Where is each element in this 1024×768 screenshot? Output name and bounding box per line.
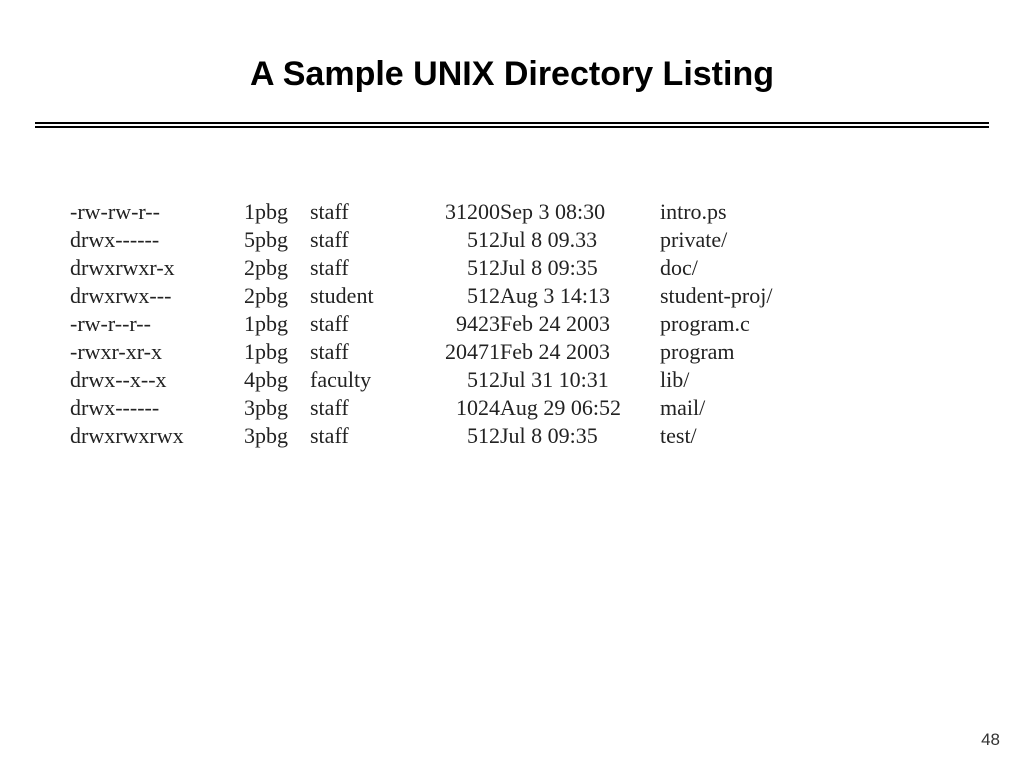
cell-group: staff (310, 198, 410, 226)
table-row: -rw-r--r--1pbgstaff9423Feb 24 2003progra… (70, 310, 772, 338)
cell-permissions: drwxrwxrwx (70, 422, 235, 450)
cell-links: 1 (235, 198, 255, 226)
cell-permissions: drwx--x--x (70, 366, 235, 394)
cell-filename: student-proj/ (660, 282, 772, 310)
cell-group: staff (310, 226, 410, 254)
cell-owner: pbg (255, 198, 310, 226)
cell-owner: pbg (255, 394, 310, 422)
cell-owner: pbg (255, 422, 310, 450)
cell-group: staff (310, 338, 410, 366)
cell-owner: pbg (255, 282, 310, 310)
cell-size: 512 (410, 254, 500, 282)
cell-owner: pbg (255, 338, 310, 366)
cell-permissions: drwxrwx--- (70, 282, 235, 310)
directory-listing: -rw-rw-r--1pbgstaff31200Sep 3 08:30intro… (70, 198, 1024, 450)
listing-table: -rw-rw-r--1pbgstaff31200Sep 3 08:30intro… (70, 198, 772, 450)
cell-date: Jul 31 10:31 (500, 366, 660, 394)
cell-size: 1024 (410, 394, 500, 422)
cell-links: 5 (235, 226, 255, 254)
cell-date: Aug 3 14:13 (500, 282, 660, 310)
cell-filename: program (660, 338, 772, 366)
cell-size: 512 (410, 366, 500, 394)
table-row: drwx------5pbgstaff512Jul 8 09.33private… (70, 226, 772, 254)
cell-filename: program.c (660, 310, 772, 338)
cell-filename: private/ (660, 226, 772, 254)
cell-group: staff (310, 310, 410, 338)
cell-links: 1 (235, 310, 255, 338)
page-number: 48 (981, 730, 1000, 750)
cell-owner: pbg (255, 254, 310, 282)
cell-links: 3 (235, 394, 255, 422)
cell-date: Feb 24 2003 (500, 338, 660, 366)
table-row: -rw-rw-r--1pbgstaff31200Sep 3 08:30intro… (70, 198, 772, 226)
table-row: drwx------3pbgstaff1024Aug 29 06:52mail/ (70, 394, 772, 422)
cell-permissions: -rwxr-xr-x (70, 338, 235, 366)
cell-links: 2 (235, 282, 255, 310)
cell-owner: pbg (255, 310, 310, 338)
cell-owner: pbg (255, 366, 310, 394)
cell-links: 4 (235, 366, 255, 394)
cell-filename: test/ (660, 422, 772, 450)
cell-size: 31200 (410, 198, 500, 226)
cell-group: faculty (310, 366, 410, 394)
cell-size: 20471 (410, 338, 500, 366)
table-row: drwx--x--x4pbgfaculty512Jul 31 10:31lib/ (70, 366, 772, 394)
cell-group: staff (310, 394, 410, 422)
cell-date: Jul 8 09:35 (500, 254, 660, 282)
table-row: drwxrwxrwx3pbgstaff512Jul 8 09:35test/ (70, 422, 772, 450)
cell-links: 2 (235, 254, 255, 282)
cell-filename: intro.ps (660, 198, 772, 226)
cell-filename: lib/ (660, 366, 772, 394)
cell-group: student (310, 282, 410, 310)
cell-owner: pbg (255, 226, 310, 254)
cell-group: staff (310, 254, 410, 282)
cell-size: 512 (410, 226, 500, 254)
cell-date: Sep 3 08:30 (500, 198, 660, 226)
slide: A Sample UNIX Directory Listing -rw-rw-r… (0, 0, 1024, 768)
cell-size: 512 (410, 422, 500, 450)
cell-permissions: -rw-rw-r-- (70, 198, 235, 226)
cell-links: 1 (235, 338, 255, 366)
cell-date: Feb 24 2003 (500, 310, 660, 338)
cell-date: Jul 8 09:35 (500, 422, 660, 450)
cell-size: 9423 (410, 310, 500, 338)
cell-date: Aug 29 06:52 (500, 394, 660, 422)
cell-group: staff (310, 422, 410, 450)
cell-links: 3 (235, 422, 255, 450)
title-divider (35, 122, 989, 128)
cell-size: 512 (410, 282, 500, 310)
cell-filename: doc/ (660, 254, 772, 282)
table-row: drwxrwxr-x2pbgstaff512Jul 8 09:35doc/ (70, 254, 772, 282)
cell-permissions: -rw-r--r-- (70, 310, 235, 338)
cell-filename: mail/ (660, 394, 772, 422)
cell-permissions: drwx------ (70, 226, 235, 254)
cell-date: Jul 8 09.33 (500, 226, 660, 254)
table-row: drwxrwx---2pbgstudent512Aug 3 14:13stude… (70, 282, 772, 310)
table-row: -rwxr-xr-x1pbgstaff20471Feb 24 2003progr… (70, 338, 772, 366)
cell-permissions: drwxrwxr-x (70, 254, 235, 282)
cell-permissions: drwx------ (70, 394, 235, 422)
slide-title: A Sample UNIX Directory Listing (0, 55, 1024, 94)
